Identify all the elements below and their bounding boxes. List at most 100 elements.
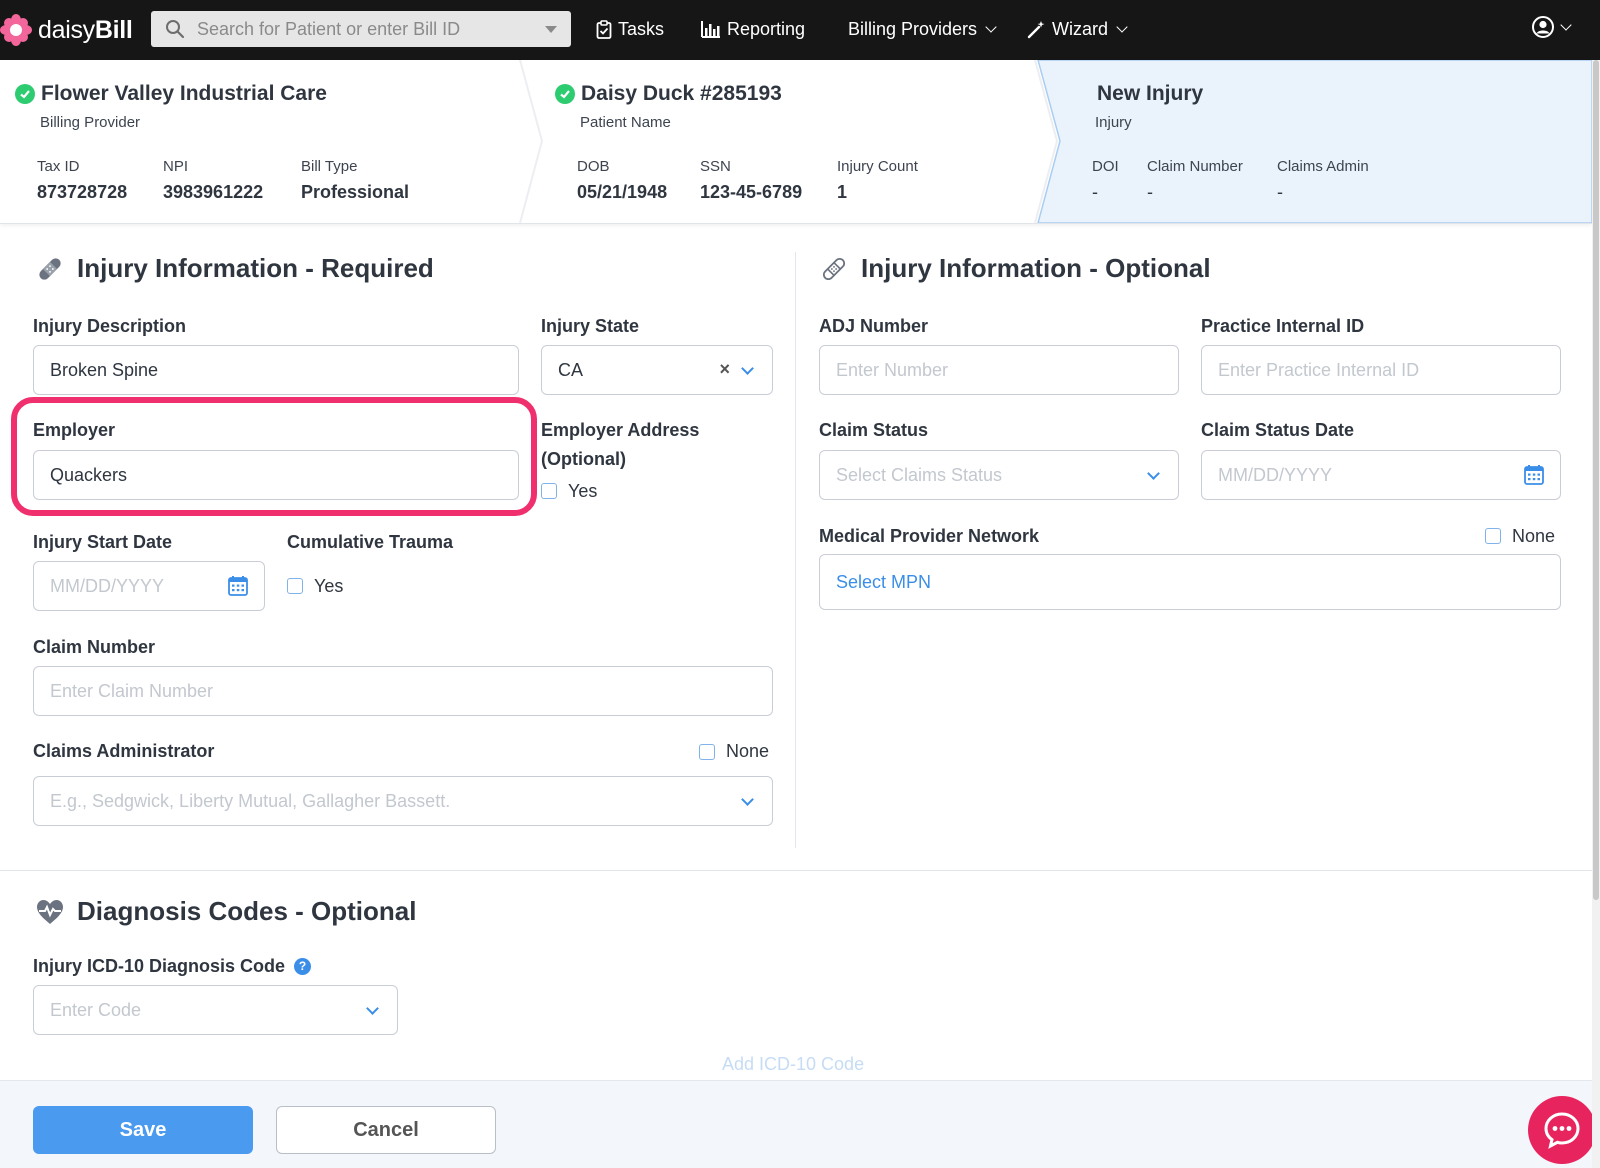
- search-input[interactable]: [197, 11, 517, 47]
- select-mpn-link[interactable]: Select MPN: [836, 572, 931, 593]
- calendar-icon[interactable]: [1524, 464, 1544, 485]
- tax-id-label: Tax ID: [37, 158, 80, 175]
- claims-administrator-none-label[interactable]: None: [726, 741, 769, 762]
- chevron-down-icon: [1116, 20, 1128, 33]
- required-title-text: Injury Information - Required: [77, 253, 434, 283]
- user-menu[interactable]: [1532, 16, 1572, 38]
- clipboard-check-icon: [596, 19, 612, 39]
- brand-logo[interactable]: daisyBill: [0, 10, 133, 50]
- npi-label: NPI: [163, 158, 189, 175]
- nav-tasks-label: Tasks: [618, 18, 665, 39]
- injury-description-value[interactable]: Broken Spine: [50, 360, 158, 381]
- cumulative-trauma-label: Cumulative Trauma: [287, 532, 454, 552]
- doi-label: DOI: [1092, 158, 1119, 175]
- adj-number-label: ADJ Number: [819, 316, 929, 336]
- claim-status-select[interactable]: Select Claims Status: [819, 450, 1179, 500]
- provider-title: Flower Valley Industrial Care: [15, 82, 327, 106]
- claims-admin-label: Claims Admin: [1277, 158, 1369, 175]
- mpn-label: Medical Provider Network: [819, 526, 1040, 546]
- diagnosis-section-title: Diagnosis Codes - Optional: [35, 896, 416, 927]
- add-icd-code-link[interactable]: Add ICD-10 Code: [722, 1054, 864, 1075]
- bar-chart-icon: [701, 21, 720, 38]
- injury-description-label: Injury Description: [33, 316, 187, 336]
- mpn-none-label[interactable]: None: [1512, 526, 1555, 547]
- scrollbar-thumb[interactable]: [1593, 60, 1599, 900]
- employer-field[interactable]: Quackers: [33, 450, 519, 500]
- icd-code-placeholder: Enter Code: [50, 1000, 142, 1020]
- claims-administrator-label: Claims Administrator: [33, 741, 215, 761]
- provider-name: Flower Valley Industrial Care: [41, 82, 327, 105]
- employer-value[interactable]: Quackers: [50, 465, 127, 486]
- patient-title: Daisy Duck #285193: [555, 82, 782, 106]
- patient-search[interactable]: [151, 11, 571, 47]
- heartbeat-icon: [37, 899, 63, 924]
- practice-internal-id-input[interactable]: [1218, 346, 1516, 394]
- form-footer: Save Cancel: [0, 1080, 1592, 1168]
- nav-tasks[interactable]: Tasks: [596, 14, 664, 44]
- chat-launcher[interactable]: [1528, 1096, 1596, 1164]
- adj-number-input[interactable]: [836, 346, 1134, 394]
- column-divider: [795, 252, 796, 848]
- employer-address-checkbox[interactable]: [541, 483, 557, 499]
- clear-selection-icon[interactable]: ×: [719, 359, 730, 380]
- breadcrumb-billing-provider[interactable]: Flower Valley Industrial Care Billing Pr…: [0, 60, 520, 223]
- injury-state-select[interactable]: CA ×: [541, 345, 773, 395]
- practice-internal-id-field[interactable]: [1201, 345, 1561, 395]
- claims-administrator-placeholder: E.g., Sedgwick, Liberty Mutual, Gallaghe…: [50, 791, 451, 811]
- claim-number-value: -: [1147, 182, 1153, 202]
- optional-section-title: Injury Information - Optional: [819, 253, 1211, 284]
- claim-number-field[interactable]: [33, 666, 773, 716]
- nav-wizard[interactable]: Wizard: [1027, 14, 1128, 44]
- cancel-button[interactable]: Cancel: [276, 1106, 496, 1154]
- brand-light: daisy: [38, 15, 95, 44]
- cumulative-trauma-checkbox[interactable]: [287, 578, 303, 594]
- injury-description-field[interactable]: Broken Spine: [33, 345, 519, 395]
- calendar-icon[interactable]: [228, 575, 248, 596]
- daisy-flower-icon: [0, 14, 32, 46]
- dob-value: 05/21/1948: [577, 182, 668, 202]
- adj-number-field[interactable]: [819, 345, 1179, 395]
- save-button[interactable]: Save: [33, 1106, 253, 1154]
- employer-address-checkbox-label[interactable]: Yes: [568, 481, 597, 502]
- nav-wizard-label: Wizard: [1052, 18, 1109, 39]
- claims-administrator-none-checkbox[interactable]: [699, 744, 715, 760]
- nav-billing-providers-label: Billing Providers: [848, 18, 978, 39]
- provider-subtitle: Billing Provider: [40, 114, 141, 131]
- page-scrollbar[interactable]: [1592, 60, 1600, 1168]
- check-circle-icon: [15, 84, 35, 104]
- injury-state-label: Injury State: [541, 316, 640, 336]
- ssn-label: SSN: [700, 158, 731, 175]
- dob-label: DOB: [577, 158, 610, 175]
- employer-address-optional-label: (Optional): [541, 449, 626, 469]
- help-icon[interactable]: ?: [294, 958, 311, 975]
- cumulative-trauma-checkbox-label[interactable]: Yes: [314, 576, 343, 597]
- nav-reporting[interactable]: Reporting: [701, 14, 805, 44]
- mpn-select[interactable]: Select MPN: [819, 554, 1561, 610]
- optional-title-text: Injury Information - Optional: [861, 253, 1211, 283]
- claims-administrator-select[interactable]: E.g., Sedgwick, Liberty Mutual, Gallaghe…: [33, 776, 773, 826]
- user-avatar-icon: [1532, 16, 1554, 38]
- bandage-outline-icon: [822, 257, 846, 280]
- icd-code-label: Injury ICD-10 Diagnosis Code: [33, 956, 286, 976]
- chat-icon: [1544, 1112, 1580, 1149]
- injury-start-date-placeholder: MM/DD/YYYY: [50, 576, 165, 596]
- claim-number-field-label: Claim Number: [33, 637, 156, 657]
- mpn-none-checkbox[interactable]: [1485, 528, 1501, 544]
- claim-status-label: Claim Status: [819, 420, 929, 440]
- nav-reporting-label: Reporting: [727, 18, 806, 39]
- nav-billing-providers[interactable]: Billing Providers: [848, 14, 997, 44]
- doi-value: -: [1092, 182, 1098, 202]
- brand-name: daisyBill: [38, 16, 133, 45]
- npi-value: 3983961222: [163, 182, 264, 202]
- breadcrumb-patient[interactable]: Daisy Duck #285193 Patient Name DOB 05/2…: [540, 60, 1035, 223]
- bill-type-value: Professional: [301, 182, 410, 202]
- check-circle-icon: [555, 84, 575, 104]
- injury-start-date-field[interactable]: MM/DD/YYYY: [33, 561, 265, 611]
- search-dropdown-caret-icon[interactable]: [545, 26, 557, 33]
- claim-number-input[interactable]: [50, 667, 728, 715]
- breadcrumb-new-injury[interactable]: New Injury Injury DOI - Claim Number - C…: [1060, 60, 1590, 223]
- claim-status-date-field[interactable]: MM/DD/YYYY: [1201, 450, 1561, 500]
- icd-code-select[interactable]: Enter Code: [33, 985, 398, 1035]
- employer-label: Employer: [33, 420, 116, 440]
- chevron-down-icon: [741, 362, 754, 375]
